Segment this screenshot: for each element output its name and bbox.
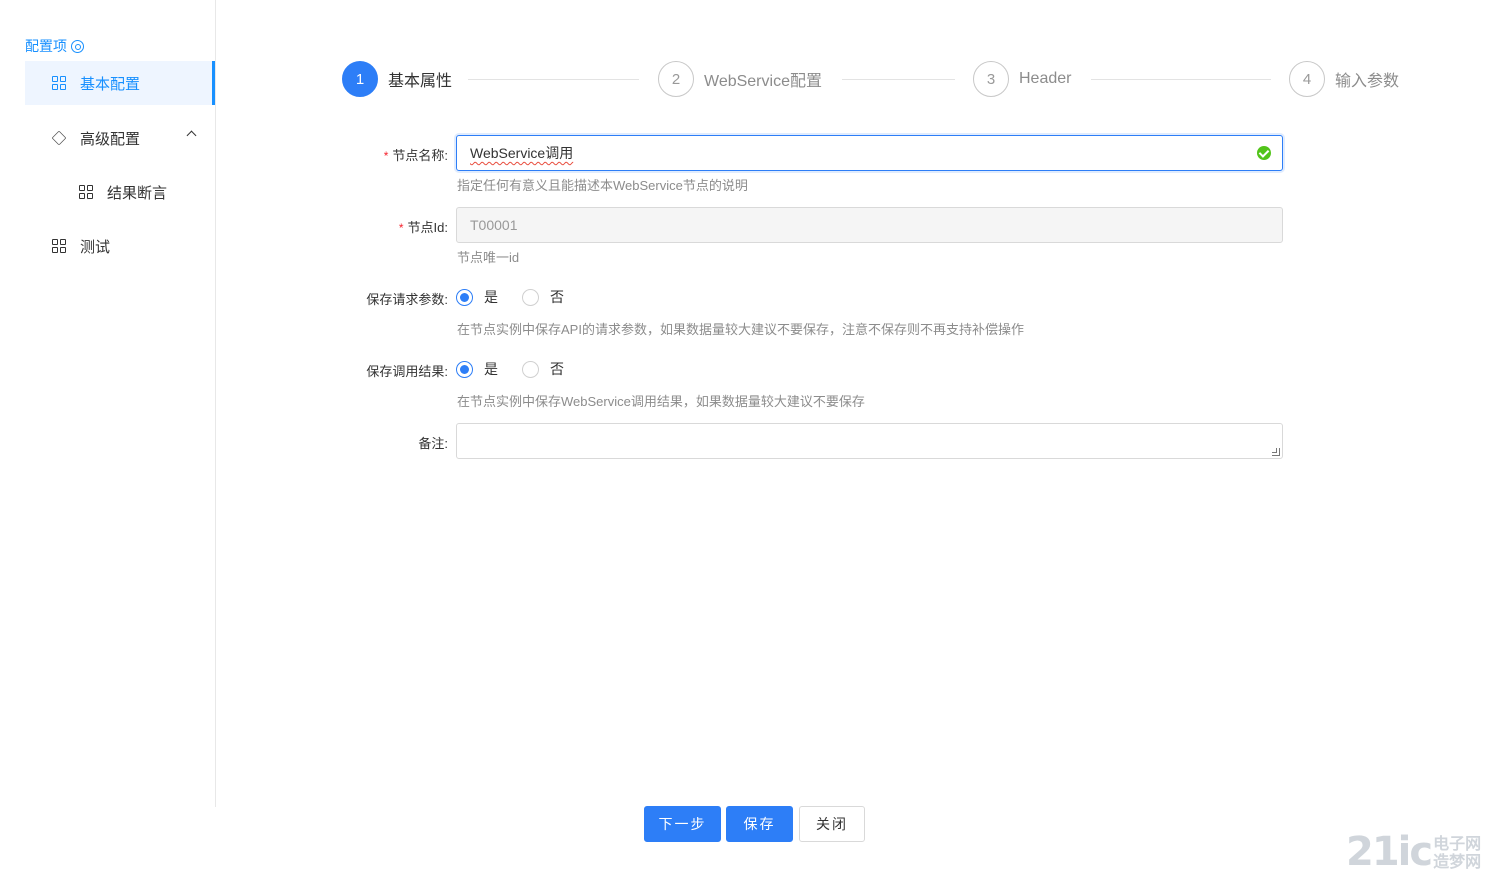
radio-dot[interactable] [522, 288, 539, 306]
step-label: 基本属性 [388, 73, 453, 90]
step-connector [842, 79, 955, 80]
radio-dot[interactable] [522, 360, 539, 378]
save-button[interactable]: 保存 [726, 806, 793, 842]
required-mark: * [398, 221, 404, 235]
radio-dot[interactable] [456, 288, 473, 306]
radio-label: 是 [484, 361, 498, 377]
sidebar-item-result-assertion[interactable]: 结果断言 [25, 170, 215, 214]
grid-icon [79, 185, 93, 199]
remark-label: 备注: [418, 436, 448, 451]
sidebar-item-label: 测试 [80, 238, 111, 256]
sidebar-item-test[interactable]: 测试 [25, 224, 215, 268]
check-circle-icon [1257, 146, 1271, 160]
save-result-label: 保存调用结果: [366, 364, 448, 379]
node-name-input[interactable]: WebService调用 [456, 135, 1283, 171]
required-mark: * [383, 149, 389, 163]
radio-label: 否 [550, 289, 564, 305]
sidebar-item-label: 基本配置 [80, 75, 141, 93]
step-number: 2 [658, 61, 694, 97]
step-label: WebService配置 [704, 73, 822, 90]
next-step-button[interactable]: 下一步 [644, 806, 721, 842]
step-basic-properties[interactable]: 1 基本属性 [342, 61, 452, 97]
save-request-radio-group: 是 否 [456, 287, 588, 307]
resize-handle-icon[interactable] [1272, 448, 1280, 456]
radio-dot[interactable] [456, 360, 473, 378]
sidebar-title: 配置项 [25, 36, 84, 56]
save-request-yes-radio[interactable]: 是 [456, 287, 498, 307]
save-result-radio-group: 是 否 [456, 359, 588, 379]
settings-icon[interactable] [71, 39, 84, 53]
sidebar-title-label: 配置项 [25, 38, 67, 54]
save-request-help: 在节点实例中保存API的请求参数，如果数据量较大建议不要保存，注意不保存则不再支… [457, 322, 1024, 337]
sidebar-item-basic-config[interactable]: 基本配置 [25, 61, 215, 105]
close-button[interactable]: 关闭 [799, 806, 865, 842]
node-name-help: 指定任何有意义且能描述本WebService节点的说明 [457, 178, 748, 193]
node-name-value: WebService调用 [470, 145, 574, 161]
sidebar-item-label: 结果断言 [107, 184, 168, 202]
watermark-logo: 21ic 电子网 造梦网 [1346, 832, 1481, 872]
sidebar: 配置项 基本配置 高级配置 结果断言 测试 [0, 0, 216, 807]
save-result-help: 在节点实例中保存WebService调用结果，如果数据量较大建议不要保存 [457, 394, 865, 409]
step-number: 4 [1289, 61, 1325, 97]
step-header[interactable]: 3 Header [973, 61, 1071, 97]
step-number: 1 [342, 61, 378, 97]
remark-textarea[interactable] [456, 423, 1283, 459]
save-request-no-radio[interactable]: 否 [522, 287, 564, 307]
sidebar-item-label: 高级配置 [80, 130, 141, 148]
radio-label: 是 [484, 289, 498, 305]
node-id-value: T00001 [470, 217, 518, 233]
cube-icon [51, 130, 67, 146]
node-id-help: 节点唯一id [457, 250, 520, 265]
grid-icon [52, 239, 66, 253]
radio-label: 否 [550, 361, 564, 377]
watermark-subtext: 电子网 造梦网 [1433, 836, 1482, 871]
node-id-label: * 节点Id: [398, 220, 448, 235]
watermark-text: 21ic [1346, 829, 1433, 875]
save-result-yes-radio[interactable]: 是 [456, 359, 498, 379]
grid-icon [52, 76, 66, 90]
step-label: Header [1019, 70, 1072, 87]
node-id-input: T00001 [456, 207, 1283, 243]
step-number: 3 [973, 61, 1009, 97]
step-webservice-config[interactable]: 2 WebService配置 [658, 61, 822, 97]
node-name-label: * 节点名称: [383, 148, 448, 163]
save-request-label: 保存请求参数: [366, 292, 448, 307]
sidebar-item-advanced-config[interactable]: 高级配置 [25, 116, 215, 160]
step-connector [468, 79, 639, 80]
save-result-no-radio[interactable]: 否 [522, 359, 564, 379]
step-connector [1091, 79, 1271, 80]
steps-bar: 1 基本属性 2 WebService配置 3 Header 4 输入参数 [342, 61, 1422, 97]
step-label: 输入参数 [1335, 73, 1400, 90]
step-input-params[interactable]: 4 输入参数 [1289, 61, 1399, 97]
chevron-up-icon[interactable] [186, 130, 197, 141]
